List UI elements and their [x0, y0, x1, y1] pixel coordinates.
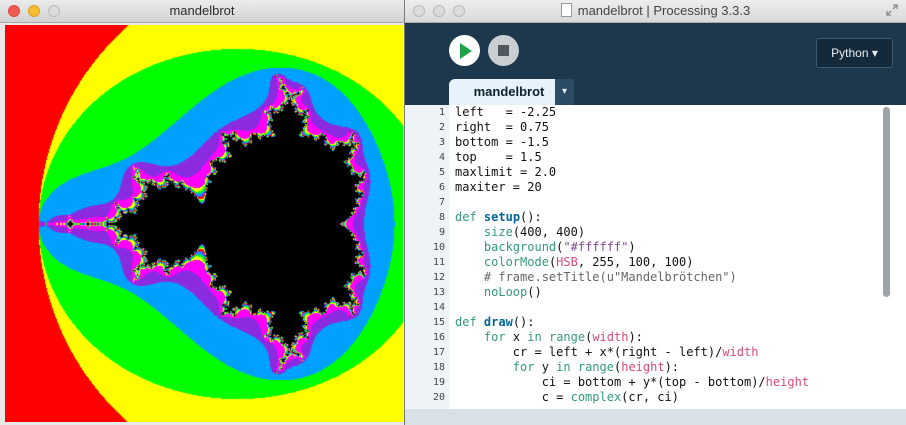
vertical-scrollbar[interactable]: [883, 107, 890, 297]
ide-window-controls: [413, 5, 465, 17]
code-line[interactable]: maxiter = 20: [455, 180, 880, 195]
code-area[interactable]: left = -2.25 right = 0.75 bottom = -1.5 top…: [449, 105, 880, 409]
code-line[interactable]: [455, 195, 880, 210]
code-line[interactable]: ci = bottom + y*(top - bottom)/height: [455, 375, 880, 390]
code-line[interactable]: # frame.setTitle(u"Mandelbrötchen"): [455, 270, 880, 285]
code-line[interactable]: noLoop(): [455, 285, 880, 300]
run-button[interactable]: [449, 35, 480, 66]
close-window-icon[interactable]: [413, 5, 425, 17]
fullscreen-icon[interactable]: [886, 4, 898, 16]
line-number: 9: [438, 227, 445, 238]
zoom-window-icon[interactable]: [48, 5, 60, 17]
code-line[interactable]: [455, 300, 880, 315]
tab-bar: mandelbrot ▾: [405, 79, 906, 105]
stop-icon: [498, 45, 509, 56]
code-line[interactable]: left = -2.25: [455, 105, 880, 120]
code-line[interactable]: bottom = -1.5: [455, 135, 880, 150]
sketch-window-title: mandelbrot: [169, 3, 235, 18]
line-number: 1: [438, 107, 445, 118]
line-number: 19: [432, 377, 445, 388]
mandelbrot-canvas-area: [5, 25, 403, 422]
code-line[interactable]: def setup():: [455, 210, 880, 225]
ide-titlebar: mandelbrot | Processing 3.3.3: [405, 0, 906, 23]
line-number: 4: [438, 152, 445, 163]
minimize-window-icon[interactable]: [433, 5, 445, 17]
code-line[interactable]: cr = left + x*(right - left)/width: [455, 345, 880, 360]
line-number: 14: [432, 302, 445, 313]
line-number: 11: [432, 257, 445, 268]
line-number: 15: [432, 317, 445, 328]
line-number: 16: [432, 332, 445, 343]
tab-menu-button[interactable]: ▾: [555, 79, 574, 105]
sketch-titlebar: mandelbrot: [0, 0, 404, 23]
line-number: 10: [432, 242, 445, 253]
close-window-icon[interactable]: [8, 5, 20, 17]
code-line[interactable]: c = complex(cr, ci): [455, 390, 880, 405]
line-number: 13: [432, 287, 445, 298]
code-line[interactable]: for x in range(width):: [455, 330, 880, 345]
line-number: 18: [432, 362, 445, 373]
line-number: 12: [432, 272, 445, 283]
code-editor[interactable]: 1 2 3 4 5 6 7 8 9 10 11 12 13 14 15 16 17 18 19 20 left = -…: [405, 105, 906, 409]
line-number: 20: [432, 392, 445, 403]
window-controls: [8, 5, 60, 17]
sketch-window: mandelbrot: [0, 0, 405, 425]
line-number: 5: [438, 167, 445, 178]
code-line[interactable]: background("#ffffff"): [455, 240, 880, 255]
ide-toolbar: Python ▾: [405, 23, 906, 79]
line-number-gutter: 1 2 3 4 5 6 7 8 9 10 11 12 13 14 15 16 17 18 19 20: [405, 105, 449, 409]
code-line[interactable]: size(400, 400): [455, 225, 880, 240]
code-line[interactable]: maxlimit = 2.0: [455, 165, 880, 180]
play-icon: [460, 42, 472, 59]
code-line[interactable]: for y in range(height):: [455, 360, 880, 375]
zoom-window-icon[interactable]: [453, 5, 465, 17]
code-line[interactable]: def draw():: [455, 315, 880, 330]
tab-mandelbrot[interactable]: mandelbrot: [449, 79, 569, 105]
mandelbrot-canvas[interactable]: [5, 25, 403, 422]
line-number: 8: [438, 212, 445, 223]
status-bar: [405, 409, 906, 425]
ide-window-title: mandelbrot | Processing 3.3.3: [577, 3, 751, 18]
processing-ide-window: mandelbrot | Processing 3.3.3 Python ▾ m…: [405, 0, 906, 425]
document-icon: [560, 3, 572, 17]
mode-selector[interactable]: Python ▾: [816, 38, 893, 68]
line-number: 7: [438, 197, 445, 208]
code-line[interactable]: right = 0.75: [455, 120, 880, 135]
line-number: 17: [432, 347, 445, 358]
line-number: 3: [438, 137, 445, 148]
line-number: 6: [438, 182, 445, 193]
code-line[interactable]: colorMode(HSB, 255, 100, 100): [455, 255, 880, 270]
code-line[interactable]: top = 1.5: [455, 150, 880, 165]
minimize-window-icon[interactable]: [28, 5, 40, 17]
line-number: 2: [438, 122, 445, 133]
stop-button[interactable]: [488, 35, 519, 66]
